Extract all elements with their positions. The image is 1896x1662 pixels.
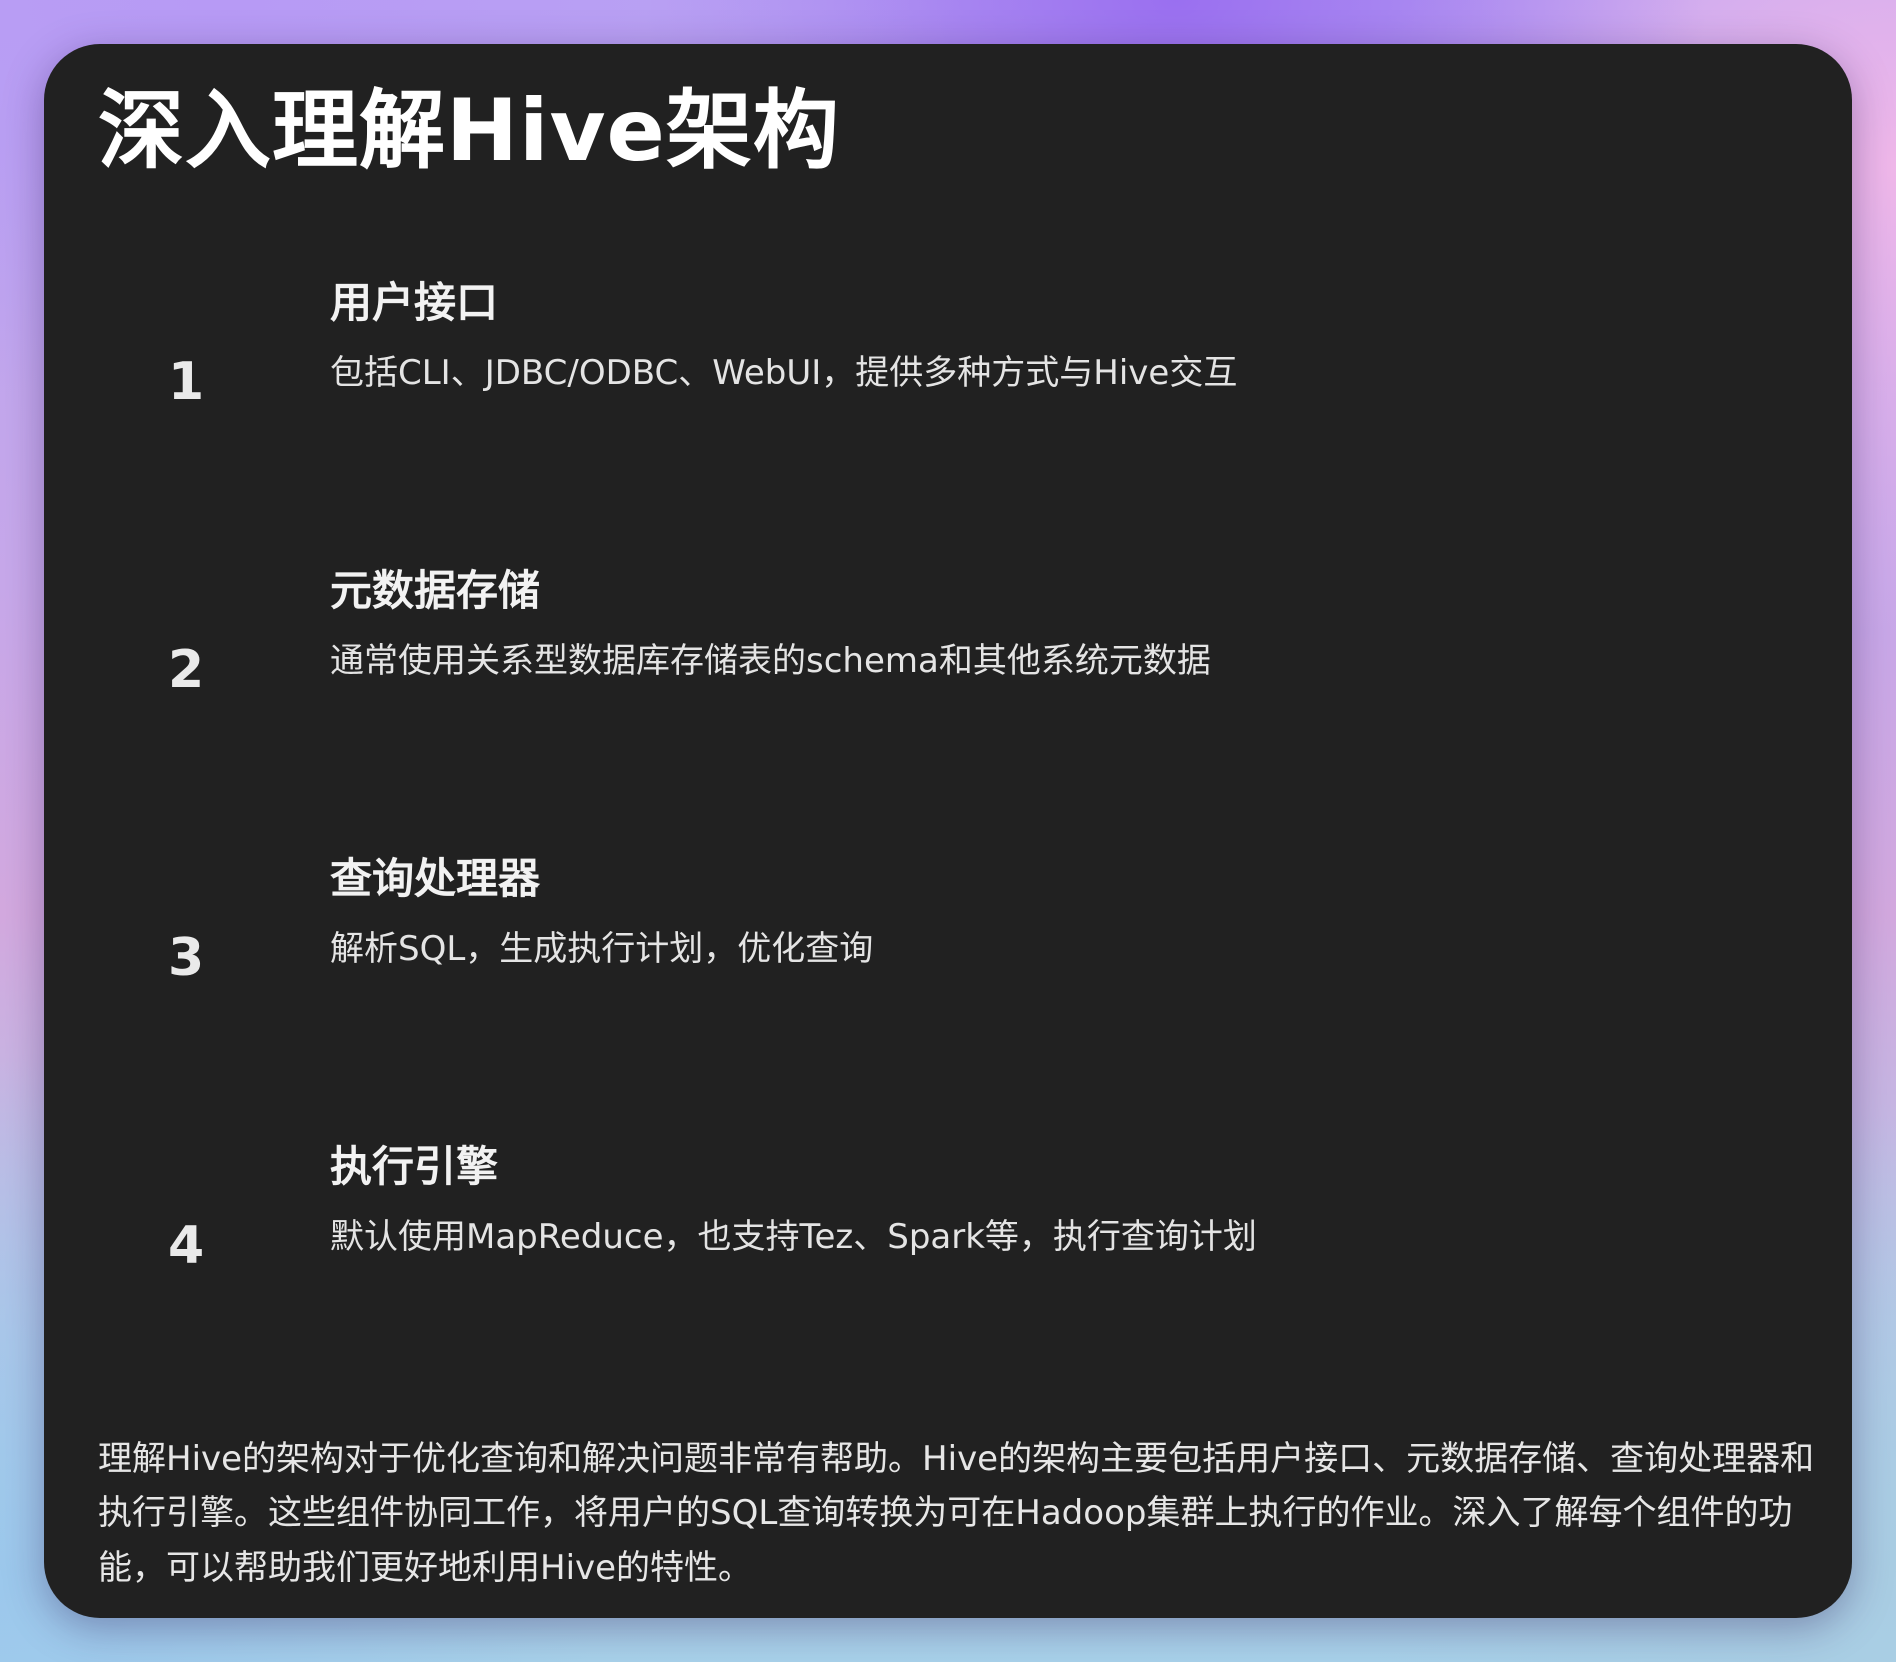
item-heading: 用户接口 [330,278,499,327]
item-description: 包括CLI、JDBC/ODBC、WebUI，提供多种方式与Hive交互 [330,353,1238,393]
page-title: 深入理解Hive架构 [98,81,840,181]
item-number: 1 [168,352,205,412]
architecture-item-query-processor: 3 查询处理器 解析SQL，生成执行计划，优化查询 [44,852,1852,1052]
item-description: 解析SQL，生成执行计划，优化查询 [330,929,874,969]
summary-paragraph: 理解Hive的架构对于优化查询和解决问题非常有帮助。Hive的架构主要包括用户接… [98,1439,1815,1588]
item-number: 3 [168,928,205,988]
item-description: 通常使用关系型数据库存储表的schema和其他系统元数据 [330,641,1211,681]
architecture-item-metastore: 2 元数据存储 通常使用关系型数据库存储表的schema和其他系统元数据 [44,564,1852,764]
content-card: 深入理解Hive架构 1 用户接口 包括CLI、JDBC/ODBC、WebUI，… [44,44,1852,1618]
architecture-item-user-interface: 1 用户接口 包括CLI、JDBC/ODBC、WebUI，提供多种方式与Hive… [44,276,1852,476]
item-number: 2 [168,640,205,700]
item-heading: 查询处理器 [330,854,541,903]
item-heading: 执行引擎 [330,1142,499,1191]
architecture-item-execution-engine: 4 执行引擎 默认使用MapReduce，也支持Tez、Spark等，执行查询计… [44,1140,1852,1340]
item-heading: 元数据存储 [330,566,541,615]
item-number: 4 [168,1216,205,1276]
item-description: 默认使用MapReduce，也支持Tez、Spark等，执行查询计划 [330,1217,1257,1257]
